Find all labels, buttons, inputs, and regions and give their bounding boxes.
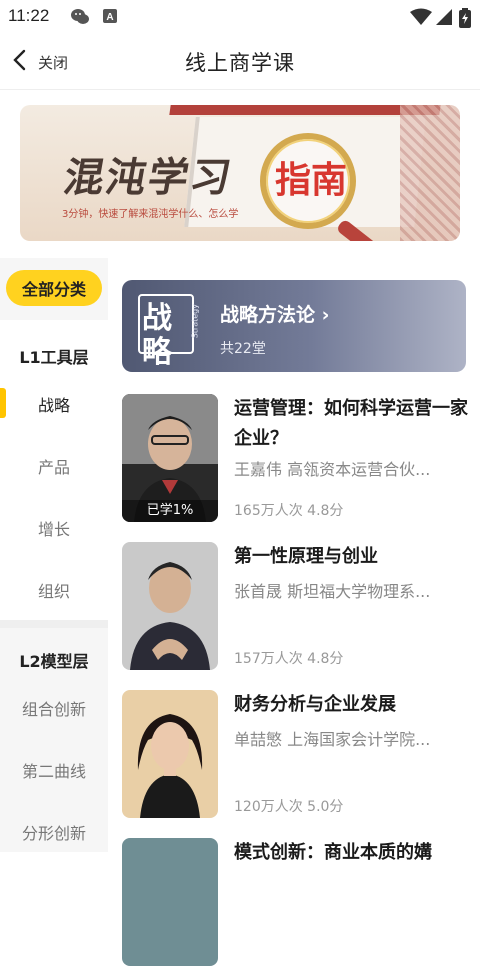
- sidebar-divider: [0, 620, 108, 628]
- course-thumbnail: [122, 690, 218, 818]
- sidebar-item-product[interactable]: 产品: [0, 454, 108, 478]
- sidebar-group-l1: L1工具层 战略 产品 增长 组织: [0, 320, 108, 620]
- svg-text:A: A: [106, 12, 113, 23]
- all-categories-button[interactable]: 全部分类: [6, 270, 102, 306]
- course-title: 第一性原理与创业: [234, 546, 378, 567]
- sidebar-item-growth[interactable]: 增长: [0, 516, 108, 540]
- course-title: 财务分析与企业发展: [234, 694, 396, 715]
- sidebar-item-fractal-innovation[interactable]: 分形创新: [0, 820, 108, 844]
- sidebar-item-organization[interactable]: 组织: [0, 578, 108, 602]
- course-meta: 120万人次 5.0分: [234, 799, 344, 815]
- course-thumbnail: 已学1%: [122, 394, 218, 522]
- guide-banner[interactable]: 混沌学习 指南 3分钟，快速了解来混沌学什么、怎么学: [20, 105, 460, 241]
- course-item[interactable]: 模式创新：商业本质的媾: [122, 838, 472, 968]
- signal-icon: [436, 8, 452, 30]
- banner-subtitle: 3分钟，快速了解来混沌学什么、怎么学: [62, 209, 239, 220]
- course-title: 模式创新：商业本质的媾: [234, 842, 432, 863]
- course-thumbnail: [122, 838, 218, 966]
- sidebar-item-combination-innovation[interactable]: 组合创新: [0, 696, 108, 720]
- battery-icon: [459, 8, 471, 32]
- category-title: 战略方法论 ›: [220, 304, 330, 326]
- banner-title: 混沌学习: [60, 155, 237, 201]
- sidebar-group-title: L2模型层: [19, 652, 89, 671]
- course-author: 单喆慜 上海国家会计学院...: [234, 730, 431, 749]
- sidebar-item-strategy[interactable]: 战略: [0, 392, 108, 416]
- course-item[interactable]: 第一性原理与创业 张首晟 斯坦福大学物理系... 157万人次 4.8分: [122, 542, 472, 672]
- course-author: 张首晟 斯坦福大学物理系...: [234, 582, 431, 601]
- status-bar: 11:22 A: [0, 0, 480, 34]
- course-author: 王嘉伟 高瓴资本运营合伙...: [234, 460, 431, 479]
- course-meta: 165万人次 4.8分: [234, 503, 344, 519]
- strategy-logo: 战略 Strategy: [138, 294, 199, 370]
- wifi-icon: [410, 8, 432, 30]
- strategy-logo-sub: Strategy: [190, 304, 199, 339]
- app-header: 关闭 线上商学课: [0, 34, 480, 90]
- a-icon: A: [102, 8, 118, 28]
- strategy-logo-text: 战略: [142, 301, 172, 370]
- banner-title-highlight: 指南: [275, 160, 348, 201]
- category-count: 共22堂: [220, 341, 266, 357]
- sidebar-item-second-curve[interactable]: 第二曲线: [0, 758, 108, 782]
- course-item[interactable]: 已学1% 运营管理：如何科学运营一家企业？ 王嘉伟 高瓴资本运营合伙... 16…: [122, 394, 472, 524]
- sidebar-group-title: L1工具层: [19, 348, 89, 367]
- category-sidebar: 全部分类 L1工具层 战略 产品 增长 组织 L2模型层 组合创新 第二曲线 分…: [0, 258, 108, 852]
- banner-decor-right: [400, 105, 460, 241]
- page-title: 线上商学课: [185, 51, 295, 75]
- status-time: 11:22: [8, 6, 50, 25]
- course-title: 运营管理：如何科学运营一家企业？: [234, 398, 468, 449]
- category-card-strategy[interactable]: 战略 Strategy 战略方法论 › 共22堂: [122, 280, 466, 372]
- course-meta: 157万人次 4.8分: [234, 651, 344, 667]
- course-thumbnail: [122, 542, 218, 670]
- course-item[interactable]: 财务分析与企业发展 单喆慜 上海国家会计学院... 120万人次 5.0分: [122, 690, 472, 820]
- wechat-icon: [70, 8, 90, 30]
- progress-badge: 已学1%: [122, 500, 218, 522]
- course-list: 战略 Strategy 战略方法论 › 共22堂 已学1% 运营管理：如何科学运…: [108, 258, 480, 966]
